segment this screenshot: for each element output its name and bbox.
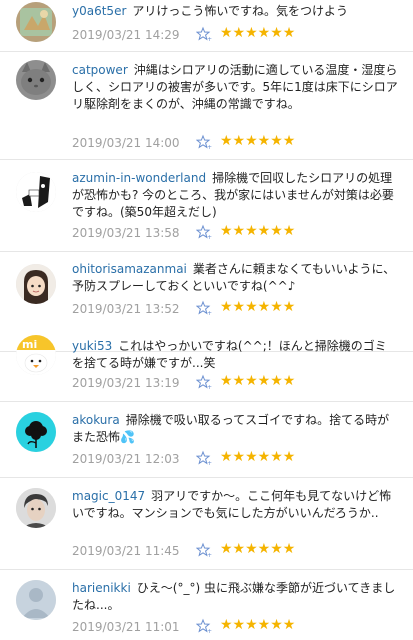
favorite-star-outline-icon[interactable]: +: [196, 618, 212, 634]
avatar[interactable]: [16, 488, 56, 528]
avatar[interactable]: [16, 60, 56, 100]
comment-item: harienikki ひえ〜(°_°) 虫に飛ぶ嫌な季節が近づいてきましたね...…: [0, 570, 413, 640]
favorite-star-outline-icon[interactable]: +: [196, 300, 212, 316]
username-link[interactable]: yuki53: [72, 339, 112, 353]
comment-item: mi yuki53 これはやっかいですね(^^;！ほんと掃除機のゴミを捨てる時が嫌…: [0, 322, 413, 402]
comment-date: 2019/03/21 12:03: [72, 452, 180, 466]
comment-date: 2019/03/21 11:45: [72, 544, 180, 558]
comment-meta: 2019/03/21 13:19 + ★★★★★★: [72, 373, 402, 391]
comment-date: 2019/03/21 13:19: [72, 376, 180, 390]
avatar-image: mi: [16, 335, 56, 375]
comment-item: akokura 掃除機で吸い取るってスゴイですね。捨てる時がまた恐怖💦 2019/…: [0, 402, 413, 478]
username-link[interactable]: harienikki: [72, 581, 131, 595]
rating-stars: ★★★★★★: [220, 617, 296, 633]
comment-body: catpower 沖縄はシロアリの活動に適している温度・湿度らしく、シロアリの被害…: [72, 62, 398, 113]
avatar[interactable]: [16, 264, 56, 304]
svg-text:+: +: [207, 628, 212, 634]
username-link[interactable]: akokura: [72, 413, 120, 427]
avatar-image: [16, 488, 56, 528]
rating-stars: ★★★★★★: [220, 223, 296, 239]
username-link[interactable]: y0a6t5er: [72, 4, 126, 18]
comment-meta: 2019/03/21 13:52 + ★★★★★★: [72, 299, 402, 317]
avatar[interactable]: [16, 580, 56, 620]
svg-text:+: +: [207, 384, 212, 390]
avatar-image: [16, 264, 56, 304]
comment-body: harienikki ひえ〜(°_°) 虫に飛ぶ嫌な季節が近づいてきましたね...…: [72, 580, 398, 614]
comment-body: ohitorisamazanmai 業者さんに頼まなくてもいいように、予防スプレー…: [72, 261, 398, 295]
favorite-star-outline-icon[interactable]: +: [196, 26, 212, 42]
avatar-image: [16, 2, 56, 42]
comment-item: catpower 沖縄はシロアリの活動に適している温度・湿度らしく、シロアリの被害…: [0, 52, 413, 160]
svg-text:+: +: [207, 460, 212, 466]
avatar-image: [16, 412, 56, 452]
rating-stars: ★★★★★★: [220, 25, 296, 41]
rating-stars: ★★★★★★: [220, 299, 296, 315]
favorite-star-outline-icon[interactable]: +: [196, 450, 212, 466]
username-link[interactable]: catpower: [72, 63, 128, 77]
svg-text:+: +: [207, 552, 212, 558]
comment-body: magic_0147 羽アリですか〜。ここ何年も見てないけど怖いですね。マンション…: [72, 488, 398, 522]
comment-date: 2019/03/21 11:01: [72, 620, 180, 634]
comment-item: azumin-in-wonderland 掃除機で回収したシロアリの処理が恐怖かも…: [0, 160, 413, 252]
default-avatar-icon: [16, 580, 56, 620]
comment-item: magic_0147 羽アリですか〜。ここ何年も見てないけど怖いですね。マンション…: [0, 478, 413, 570]
comment-body: y0a6t5er アリけっこう怖いですね。気をつけよう: [72, 3, 398, 20]
comment-date: 2019/03/21 14:29: [72, 28, 180, 42]
rating-stars: ★★★★★★: [220, 449, 296, 465]
rating-stars: ★★★★★★: [220, 133, 296, 149]
comment-body: akokura 掃除機で吸い取るってスゴイですね。捨てる時がまた恐怖💦: [72, 412, 398, 446]
favorite-star-outline-icon[interactable]: +: [196, 542, 212, 558]
comment-text: これはやっかいですね(^^;！ほんと掃除機のゴミを捨てる時が嫌ですが...笑: [72, 339, 387, 370]
comment-meta: 2019/03/21 14:00 + ★★★★★★: [72, 133, 402, 151]
avatar[interactable]: mi: [16, 335, 56, 375]
username-link[interactable]: ohitorisamazanmai: [72, 262, 187, 276]
svg-text:+: +: [207, 144, 212, 150]
rating-stars: ★★★★★★: [220, 541, 296, 557]
comment-date: 2019/03/21 14:00: [72, 136, 180, 150]
username-link[interactable]: azumin-in-wonderland: [72, 171, 206, 185]
avatar[interactable]: [16, 412, 56, 452]
avatar-image: [16, 172, 56, 212]
favorite-star-outline-icon[interactable]: +: [196, 374, 212, 390]
comment-date: 2019/03/21 13:58: [72, 226, 180, 240]
svg-text:+: +: [207, 234, 212, 240]
svg-text:+: +: [207, 310, 212, 316]
svg-text:mi: mi: [22, 338, 37, 351]
avatar[interactable]: [16, 172, 56, 212]
username-link[interactable]: magic_0147: [72, 489, 145, 503]
comment-body: azumin-in-wonderland 掃除機で回収したシロアリの処理が恐怖かも…: [72, 170, 398, 221]
comment-meta: 2019/03/21 11:01 + ★★★★★★: [72, 617, 402, 635]
favorite-star-outline-icon[interactable]: +: [196, 134, 212, 150]
favorite-star-outline-icon[interactable]: +: [196, 224, 212, 240]
comment-meta: 2019/03/21 11:45 + ★★★★★★: [72, 541, 402, 559]
avatar-image: [16, 60, 56, 100]
comment-meta: 2019/03/21 14:29 + ★★★★★★: [72, 25, 402, 43]
rating-stars: ★★★★★★: [220, 373, 296, 389]
comment-list: y0a6t5er アリけっこう怖いですね。気をつけよう 2019/03/21 14…: [0, 0, 413, 640]
avatar[interactable]: [16, 2, 56, 42]
comment-meta: 2019/03/21 13:58 + ★★★★★★: [72, 223, 402, 241]
comment-body: yuki53 これはやっかいですね(^^;！ほんと掃除機のゴミを捨てる時が嫌ですが…: [72, 338, 398, 372]
comment-meta: 2019/03/21 12:03 + ★★★★★★: [72, 449, 402, 467]
comment-text: アリけっこう怖いですね。気をつけよう: [132, 4, 349, 18]
comment-date: 2019/03/21 13:52: [72, 302, 180, 316]
svg-text:+: +: [207, 36, 212, 42]
comment-item: y0a6t5er アリけっこう怖いですね。気をつけよう 2019/03/21 14…: [0, 0, 413, 52]
